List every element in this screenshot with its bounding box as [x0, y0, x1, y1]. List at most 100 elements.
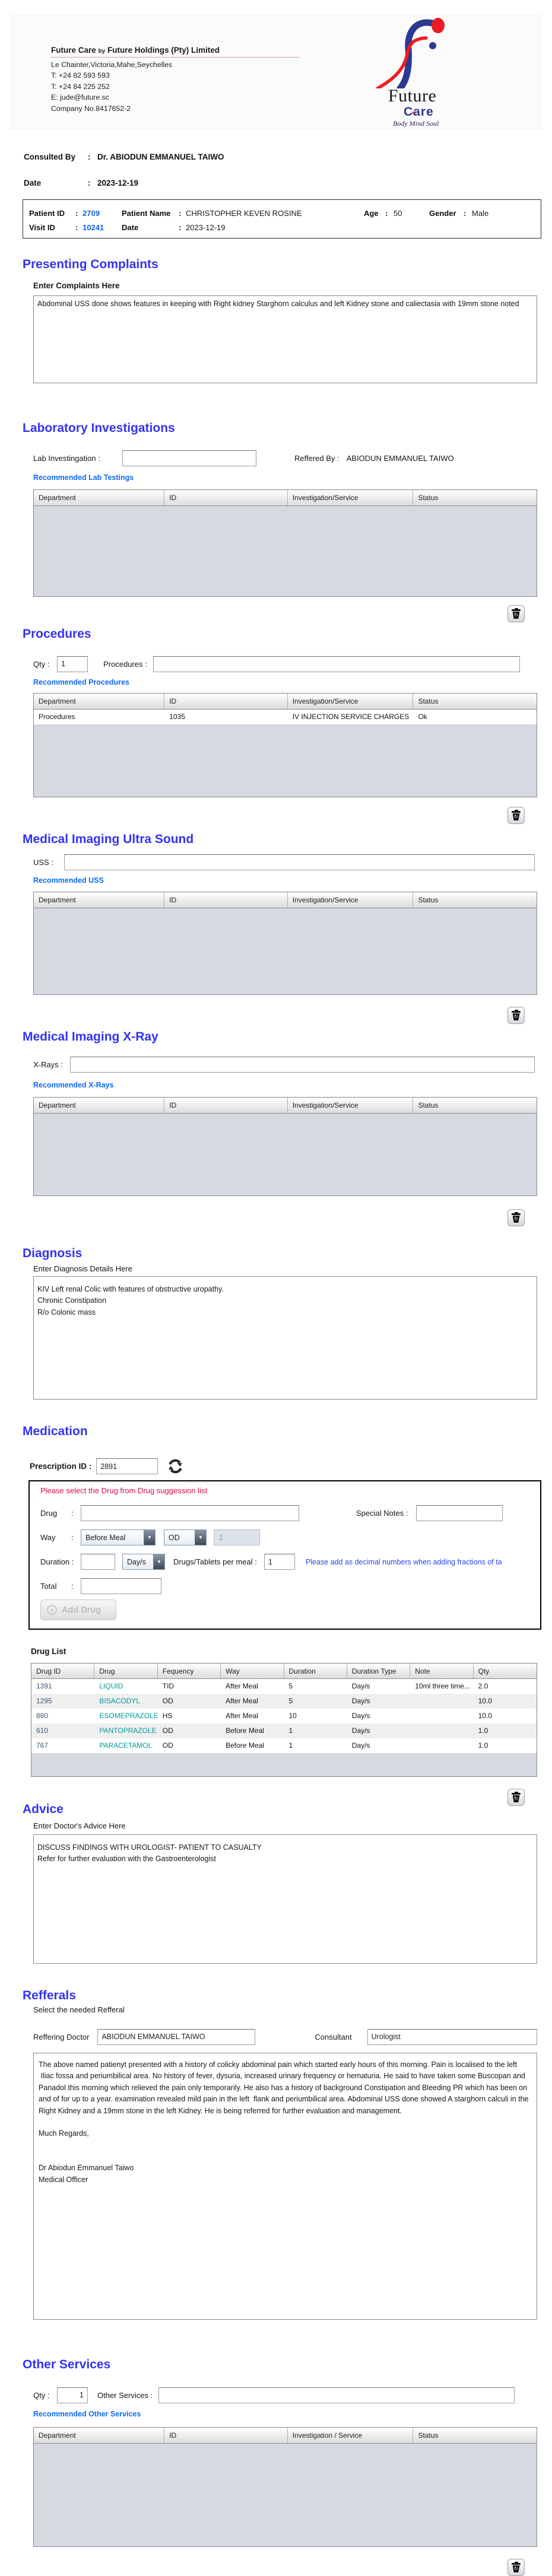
- table-cell: Before Meal: [226, 1741, 264, 1750]
- uss-table: Department ID Investigation/Service Stat…: [33, 892, 537, 995]
- recommended-uss-link[interactable]: Recommended USS: [33, 876, 552, 885]
- other-delete-button[interactable]: ↻: [507, 2559, 525, 2576]
- diagnosis-textarea[interactable]: KIV Left renal Colic with features of ob…: [33, 1276, 537, 1400]
- column-header[interactable]: Department: [34, 1098, 165, 1113]
- referring-doctor-input[interactable]: [97, 2028, 256, 2045]
- column-header[interactable]: Note: [410, 1664, 474, 1678]
- recommended-procedures-link[interactable]: Recommended Procedures: [33, 678, 552, 687]
- procedures-qty-input[interactable]: [57, 656, 88, 672]
- table-row[interactable]: Procedures 1035 IV INJECTION SERVICE CHARG…: [34, 710, 537, 724]
- add-drug-button[interactable]: + Add Drug: [40, 1599, 116, 1620]
- column-header[interactable]: Qty: [474, 1664, 537, 1678]
- advice-textarea[interactable]: DISCUSS FINDINGS WITH UROLOGIST- PATIENT…: [33, 1834, 537, 1964]
- table-cell: 10: [288, 1712, 297, 1720]
- lab-investigation-input[interactable]: [122, 450, 256, 466]
- consultation-report-page: Future Care by Future Holdings (Pty) Lim…: [0, 14, 552, 2576]
- table-row[interactable]: 880 ESOMEPRAZOLE HS After Meal 10 Day/s 10.0: [31, 1709, 537, 1723]
- column-header[interactable]: Fequency: [158, 1664, 221, 1678]
- colon: :: [88, 178, 91, 187]
- total-input[interactable]: [81, 1578, 161, 1594]
- trash-icon: ↻: [512, 810, 521, 821]
- future-care-logo: Future Care ♥ Body Mind Soul: [349, 16, 471, 129]
- colon: :: [71, 1533, 74, 1542]
- column-header[interactable]: Status: [413, 490, 537, 505]
- way-row: Way : Before Meal ▼ OD ▼ 1: [40, 1529, 540, 1545]
- prescription-id-input[interactable]: [96, 1458, 158, 1474]
- uss-table-body: [34, 908, 537, 994]
- table-row[interactable]: 1295 BISACODYL OD After Meal 5 Day/s 10.0: [31, 1694, 537, 1709]
- procedures-delete-button[interactable]: ↻: [507, 807, 525, 824]
- complaints-textarea[interactable]: Abdominal USS done shows features in kee…: [33, 295, 537, 383]
- column-header[interactable]: ID: [164, 694, 288, 709]
- frequency-dropdown[interactable]: OD ▼: [164, 1529, 207, 1545]
- column-header[interactable]: Investigation / Service: [288, 2428, 414, 2443]
- visit-date-value: 2023-12-19: [186, 222, 226, 232]
- table-row[interactable]: 767 PARACETAMOL OD Before Meal 1 Day/s 1.0: [31, 1738, 537, 1753]
- uss-input[interactable]: [64, 854, 535, 870]
- colon: :: [71, 1509, 74, 1518]
- column-header[interactable]: Investigation/Service: [288, 490, 414, 505]
- column-header[interactable]: ID: [164, 490, 288, 505]
- column-header[interactable]: Status: [413, 2428, 537, 2443]
- column-header[interactable]: Department: [34, 892, 165, 908]
- column-header[interactable]: ID: [164, 892, 288, 908]
- age-value: 50: [394, 208, 402, 218]
- duration-row: Duration : Day/s ▼ Drugs/Tablets per mea…: [40, 1554, 540, 1570]
- other-table-body: [34, 2444, 537, 2546]
- xray-delete-button[interactable]: ↻: [507, 1209, 525, 1226]
- column-header[interactable]: Status: [413, 694, 537, 709]
- table-cell: 1391: [36, 1682, 52, 1690]
- uss-delete-button[interactable]: ↻: [507, 1007, 525, 1024]
- table-row[interactable]: 610 PANTOPRAZOLE OD Before Meal 1 Day/s 1.0: [31, 1723, 537, 1738]
- column-header[interactable]: Department: [34, 2428, 165, 2443]
- recommended-lab-link[interactable]: Recommended Lab Testings: [33, 473, 552, 482]
- table-cell: 5: [288, 1697, 293, 1705]
- consulted-by-label: Consulted By: [24, 152, 76, 161]
- column-header[interactable]: Department: [34, 490, 165, 505]
- drug-delete-button[interactable]: ↻: [507, 1789, 525, 1806]
- refresh-icon[interactable]: [166, 1457, 185, 1475]
- table-row[interactable]: 1391 LIQUID TID After Meal 5 Day/s 10ml three …: [31, 1679, 537, 1694]
- column-header[interactable]: Drug: [94, 1664, 158, 1678]
- way-dropdown[interactable]: Before Meal ▼: [81, 1529, 156, 1545]
- trash-icon: ↻: [512, 608, 521, 619]
- column-header[interactable]: Way: [221, 1664, 284, 1678]
- duration-input[interactable]: [81, 1554, 115, 1570]
- diagnosis-sublabel: Enter Diagnosis Details Here: [33, 1264, 132, 1273]
- consultant-input[interactable]: [367, 2028, 537, 2045]
- referral-letter-textarea[interactable]: The above named patienyt presented with …: [33, 2053, 537, 2320]
- drug-list-title: Drug List: [31, 1647, 66, 1656]
- special-notes-input[interactable]: [416, 1505, 503, 1521]
- per-meal-input[interactable]: [264, 1554, 295, 1570]
- duration-unit-dropdown[interactable]: Day/s ▼: [122, 1554, 165, 1570]
- per-meal-label: Drugs/Tablets per meal :: [173, 1557, 257, 1566]
- column-header[interactable]: ID: [164, 1098, 288, 1113]
- table-cell: IV INJECTION SERVICE CHARGES: [292, 713, 410, 721]
- xray-input[interactable]: [70, 1056, 535, 1073]
- table-cell: OD: [162, 1726, 173, 1735]
- logo-word-care: Care: [404, 105, 434, 119]
- recommended-other-link[interactable]: Recommended Other Services: [33, 2409, 552, 2419]
- column-header[interactable]: Investigation/Service: [288, 694, 414, 709]
- column-header[interactable]: Duration Type: [347, 1664, 411, 1678]
- drug-input[interactable]: [81, 1505, 299, 1521]
- column-header[interactable]: Department: [34, 694, 165, 709]
- table-cell: After Meal: [226, 1712, 258, 1720]
- column-header[interactable]: Status: [413, 892, 537, 908]
- column-header[interactable]: Investigation/Service: [288, 892, 414, 908]
- column-header[interactable]: ID: [164, 2428, 288, 2443]
- lab-delete-button[interactable]: ↻: [507, 605, 525, 622]
- other-services-input[interactable]: [158, 2387, 515, 2403]
- other-qty-input[interactable]: [57, 2387, 88, 2403]
- patient-id-label: Patient ID: [29, 208, 65, 218]
- column-header[interactable]: Duration: [284, 1664, 347, 1678]
- company-email: E: jude@future.sc: [51, 93, 109, 101]
- column-header[interactable]: Drug ID: [31, 1664, 95, 1678]
- procedures-input[interactable]: [153, 656, 520, 672]
- column-header[interactable]: Status: [413, 1098, 537, 1113]
- date-label: Date: [24, 178, 42, 187]
- column-header[interactable]: Investigation/Service: [288, 1098, 414, 1113]
- recommended-xray-link[interactable]: Recommended X-Rays: [33, 1080, 552, 1090]
- medication-title: Medication: [23, 1424, 88, 1438]
- table-cell: PARACETAMOL: [99, 1741, 153, 1750]
